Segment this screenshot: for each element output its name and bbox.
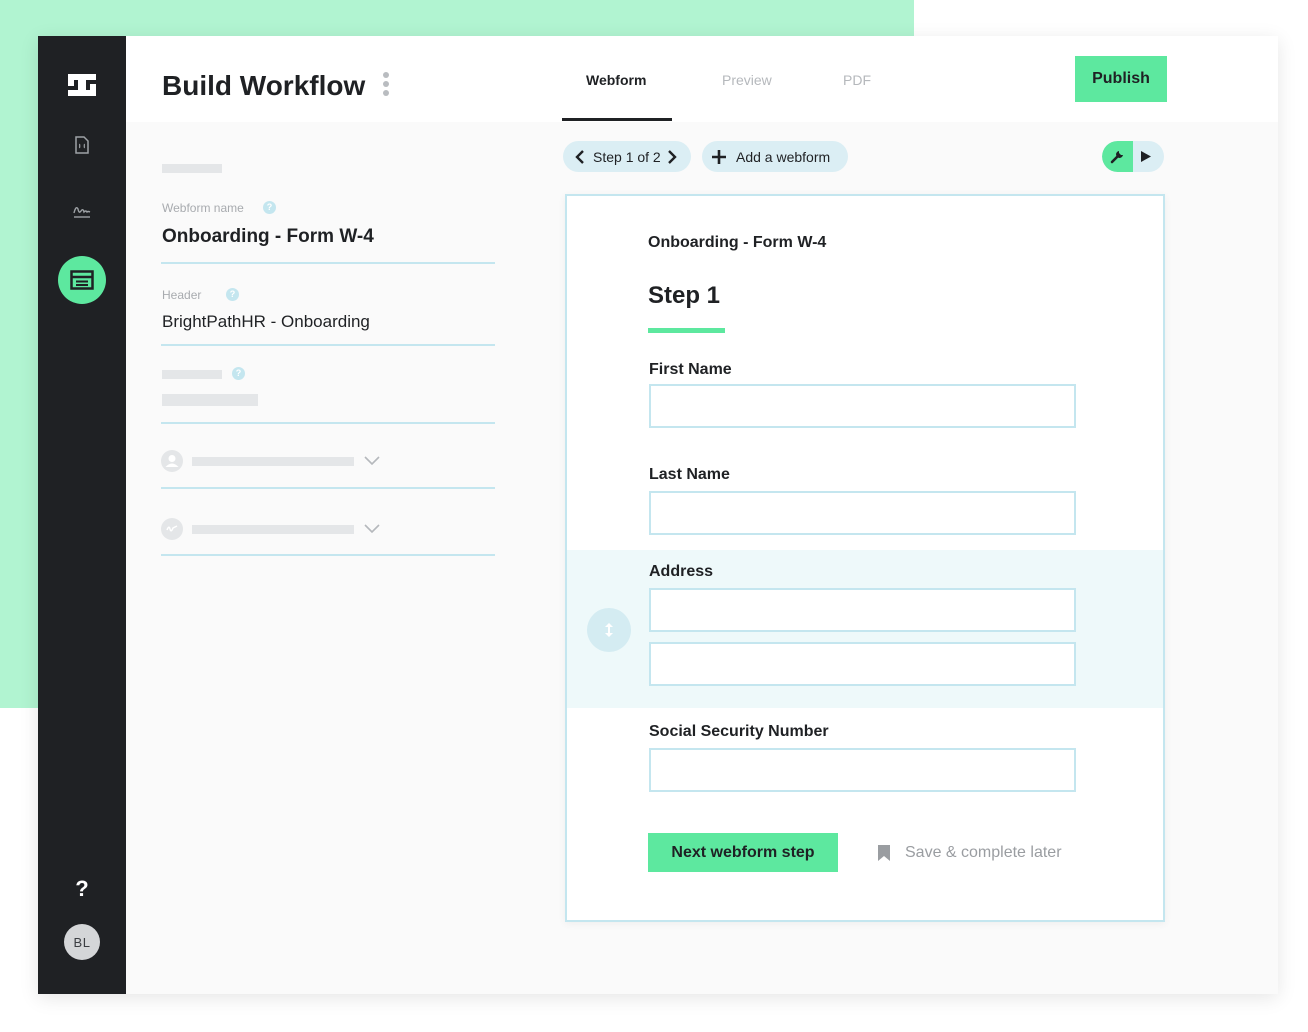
webform-name-input[interactable]: Onboarding - Form W-4: [162, 226, 374, 248]
tab-pdf[interactable]: PDF: [843, 72, 871, 88]
header-input[interactable]: BrightPathHR - Onboarding: [162, 312, 370, 332]
publish-button[interactable]: Publish: [1075, 56, 1167, 102]
header-label: Header: [162, 288, 202, 302]
edit-mode-button[interactable]: [1102, 141, 1133, 172]
section-placeholder: [162, 164, 222, 173]
divider: [161, 344, 495, 346]
first-name-label: First Name: [649, 361, 732, 378]
plus-icon: [712, 149, 726, 164]
info-icon[interactable]: ?: [263, 201, 276, 214]
dropdown-placeholder: [192, 525, 354, 534]
step-underline: [648, 328, 725, 333]
form-subtitle: Onboarding - Form W-4: [648, 234, 827, 251]
reorder-icon: [605, 623, 613, 637]
chevron-right-icon[interactable]: [667, 149, 677, 164]
value-placeholder: [162, 394, 258, 406]
tab-webform[interactable]: Webform: [586, 72, 646, 88]
address-line1-input[interactable]: [649, 588, 1076, 632]
help-button[interactable]: ?: [38, 876, 126, 902]
ssn-label: Social Security Number: [649, 723, 829, 740]
info-icon[interactable]: ?: [226, 288, 239, 301]
wrench-icon: [1110, 151, 1123, 164]
page-title: Build Workflow: [162, 70, 366, 101]
chevron-left-icon[interactable]: [575, 149, 585, 164]
ssn-input[interactable]: [649, 748, 1076, 792]
address-line2-input[interactable]: [649, 642, 1076, 686]
webform-preview-card: Onboarding - Form W-4 Step 1 First Name …: [565, 194, 1165, 922]
bookmark-icon: [878, 845, 890, 861]
chevron-down-icon[interactable]: [364, 524, 380, 534]
webform-name-label: Webform name: [162, 201, 244, 215]
user-icon: [161, 450, 183, 472]
tab-preview[interactable]: Preview: [722, 72, 772, 88]
divider: [161, 262, 495, 264]
add-webform-button[interactable]: Add a webform: [702, 141, 848, 172]
chevron-down-icon[interactable]: [364, 456, 380, 466]
more-options-icon[interactable]: [382, 72, 390, 98]
info-icon[interactable]: ?: [232, 367, 245, 380]
logo-icon[interactable]: [68, 74, 96, 96]
address-label: Address: [649, 563, 714, 580]
play-icon[interactable]: [1140, 150, 1152, 163]
step-title: Step 1: [648, 282, 721, 309]
template-document-icon[interactable]: [74, 136, 90, 154]
divider: [161, 487, 495, 489]
avatar[interactable]: BL: [64, 924, 100, 960]
label-placeholder: [162, 370, 222, 379]
first-name-input[interactable]: [649, 384, 1076, 428]
drag-handle-icon[interactable]: [587, 608, 631, 652]
last-name-label: Last Name: [649, 466, 730, 483]
app-window: ? BL Build Workflow Webform Preview PDF …: [38, 36, 1278, 994]
step-indicator: Step 1 of 2: [593, 148, 661, 165]
save-later-label: Save & complete later: [905, 844, 1062, 861]
webform-icon: [70, 270, 94, 290]
save-later-button[interactable]: Save & complete later: [877, 844, 1062, 862]
active-tab-indicator: [562, 118, 672, 121]
header: Build Workflow Webform Preview PDF Publi…: [126, 36, 1278, 122]
next-step-button[interactable]: Next webform step: [648, 833, 838, 872]
divider: [161, 422, 495, 424]
add-webform-label: Add a webform: [736, 148, 831, 165]
sidebar-item-webforms[interactable]: [58, 256, 106, 304]
step-navigator: Step 1 of 2: [563, 141, 691, 172]
signer-icon: [161, 518, 183, 540]
last-name-input[interactable]: [649, 491, 1076, 535]
sidebar: ? BL: [38, 36, 126, 994]
signature-icon[interactable]: [73, 202, 91, 220]
divider: [161, 554, 495, 556]
tool-toggle: [1102, 141, 1164, 172]
dropdown-placeholder: [192, 457, 354, 466]
